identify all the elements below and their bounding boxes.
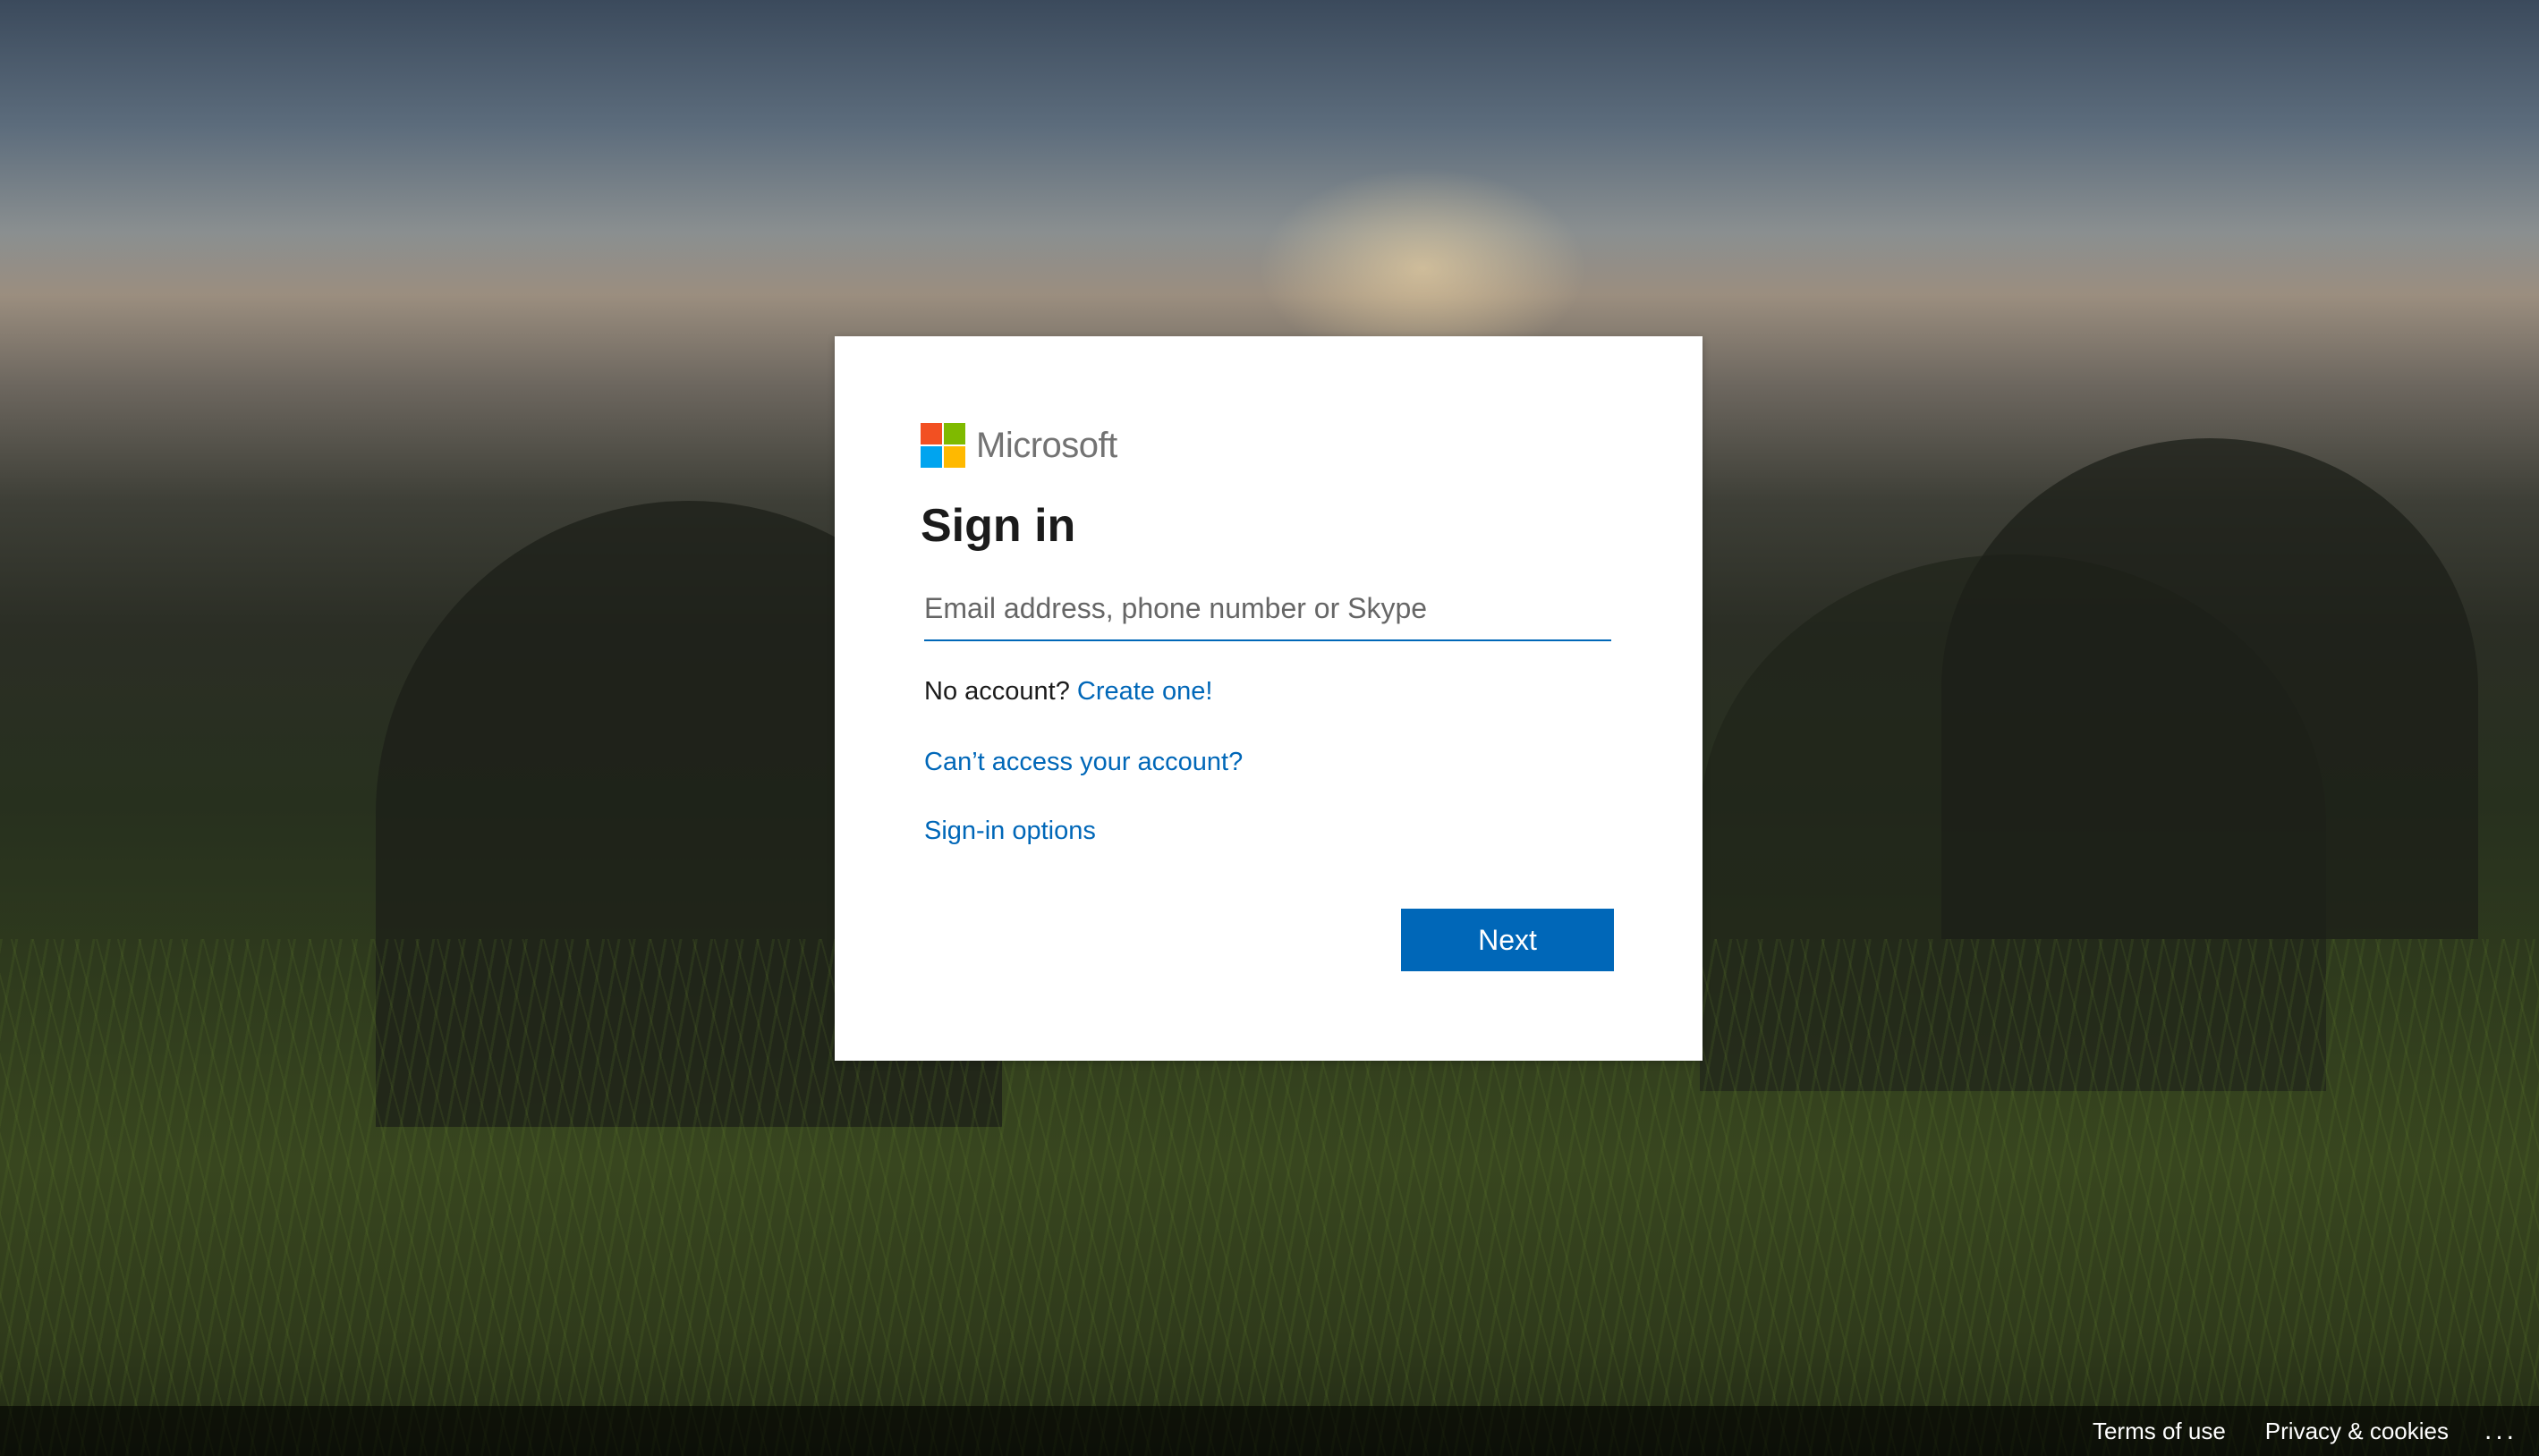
signin-card: Microsoft Sign in No account? Create one…	[835, 336, 1703, 1061]
logo-square-green	[944, 423, 965, 444]
signin-options-row: Sign-in options	[924, 817, 1613, 846]
cant-access-row: Can’t access your account?	[924, 748, 1613, 777]
email-field[interactable]	[924, 586, 1611, 642]
logo-square-blue	[921, 446, 942, 468]
page-title: Sign in	[921, 500, 1076, 552]
brand-header: Microsoft	[921, 422, 1613, 469]
cant-access-account-link[interactable]: Can’t access your account?	[924, 748, 1243, 776]
hill-silhouette	[1941, 438, 2478, 939]
microsoft-logo-icon	[921, 423, 965, 468]
logo-square-red	[921, 423, 942, 444]
brand-name: Microsoft	[976, 425, 1117, 465]
terms-of-use-link[interactable]: Terms of use	[2093, 1418, 2226, 1445]
signin-options-link[interactable]: Sign-in options	[924, 817, 1096, 845]
no-account-row: No account? Create one!	[924, 677, 1613, 707]
next-button[interactable]: Next	[1401, 909, 1614, 971]
footer-bar: Terms of use Privacy & cookies ...	[0, 1406, 2539, 1456]
logo-square-yellow	[944, 446, 965, 468]
no-account-text: No account?	[924, 677, 1070, 707]
more-options-icon[interactable]: ...	[2484, 1418, 2518, 1444]
privacy-cookies-link[interactable]: Privacy & cookies	[2265, 1418, 2449, 1445]
create-account-link[interactable]: Create one!	[1077, 677, 1213, 706]
